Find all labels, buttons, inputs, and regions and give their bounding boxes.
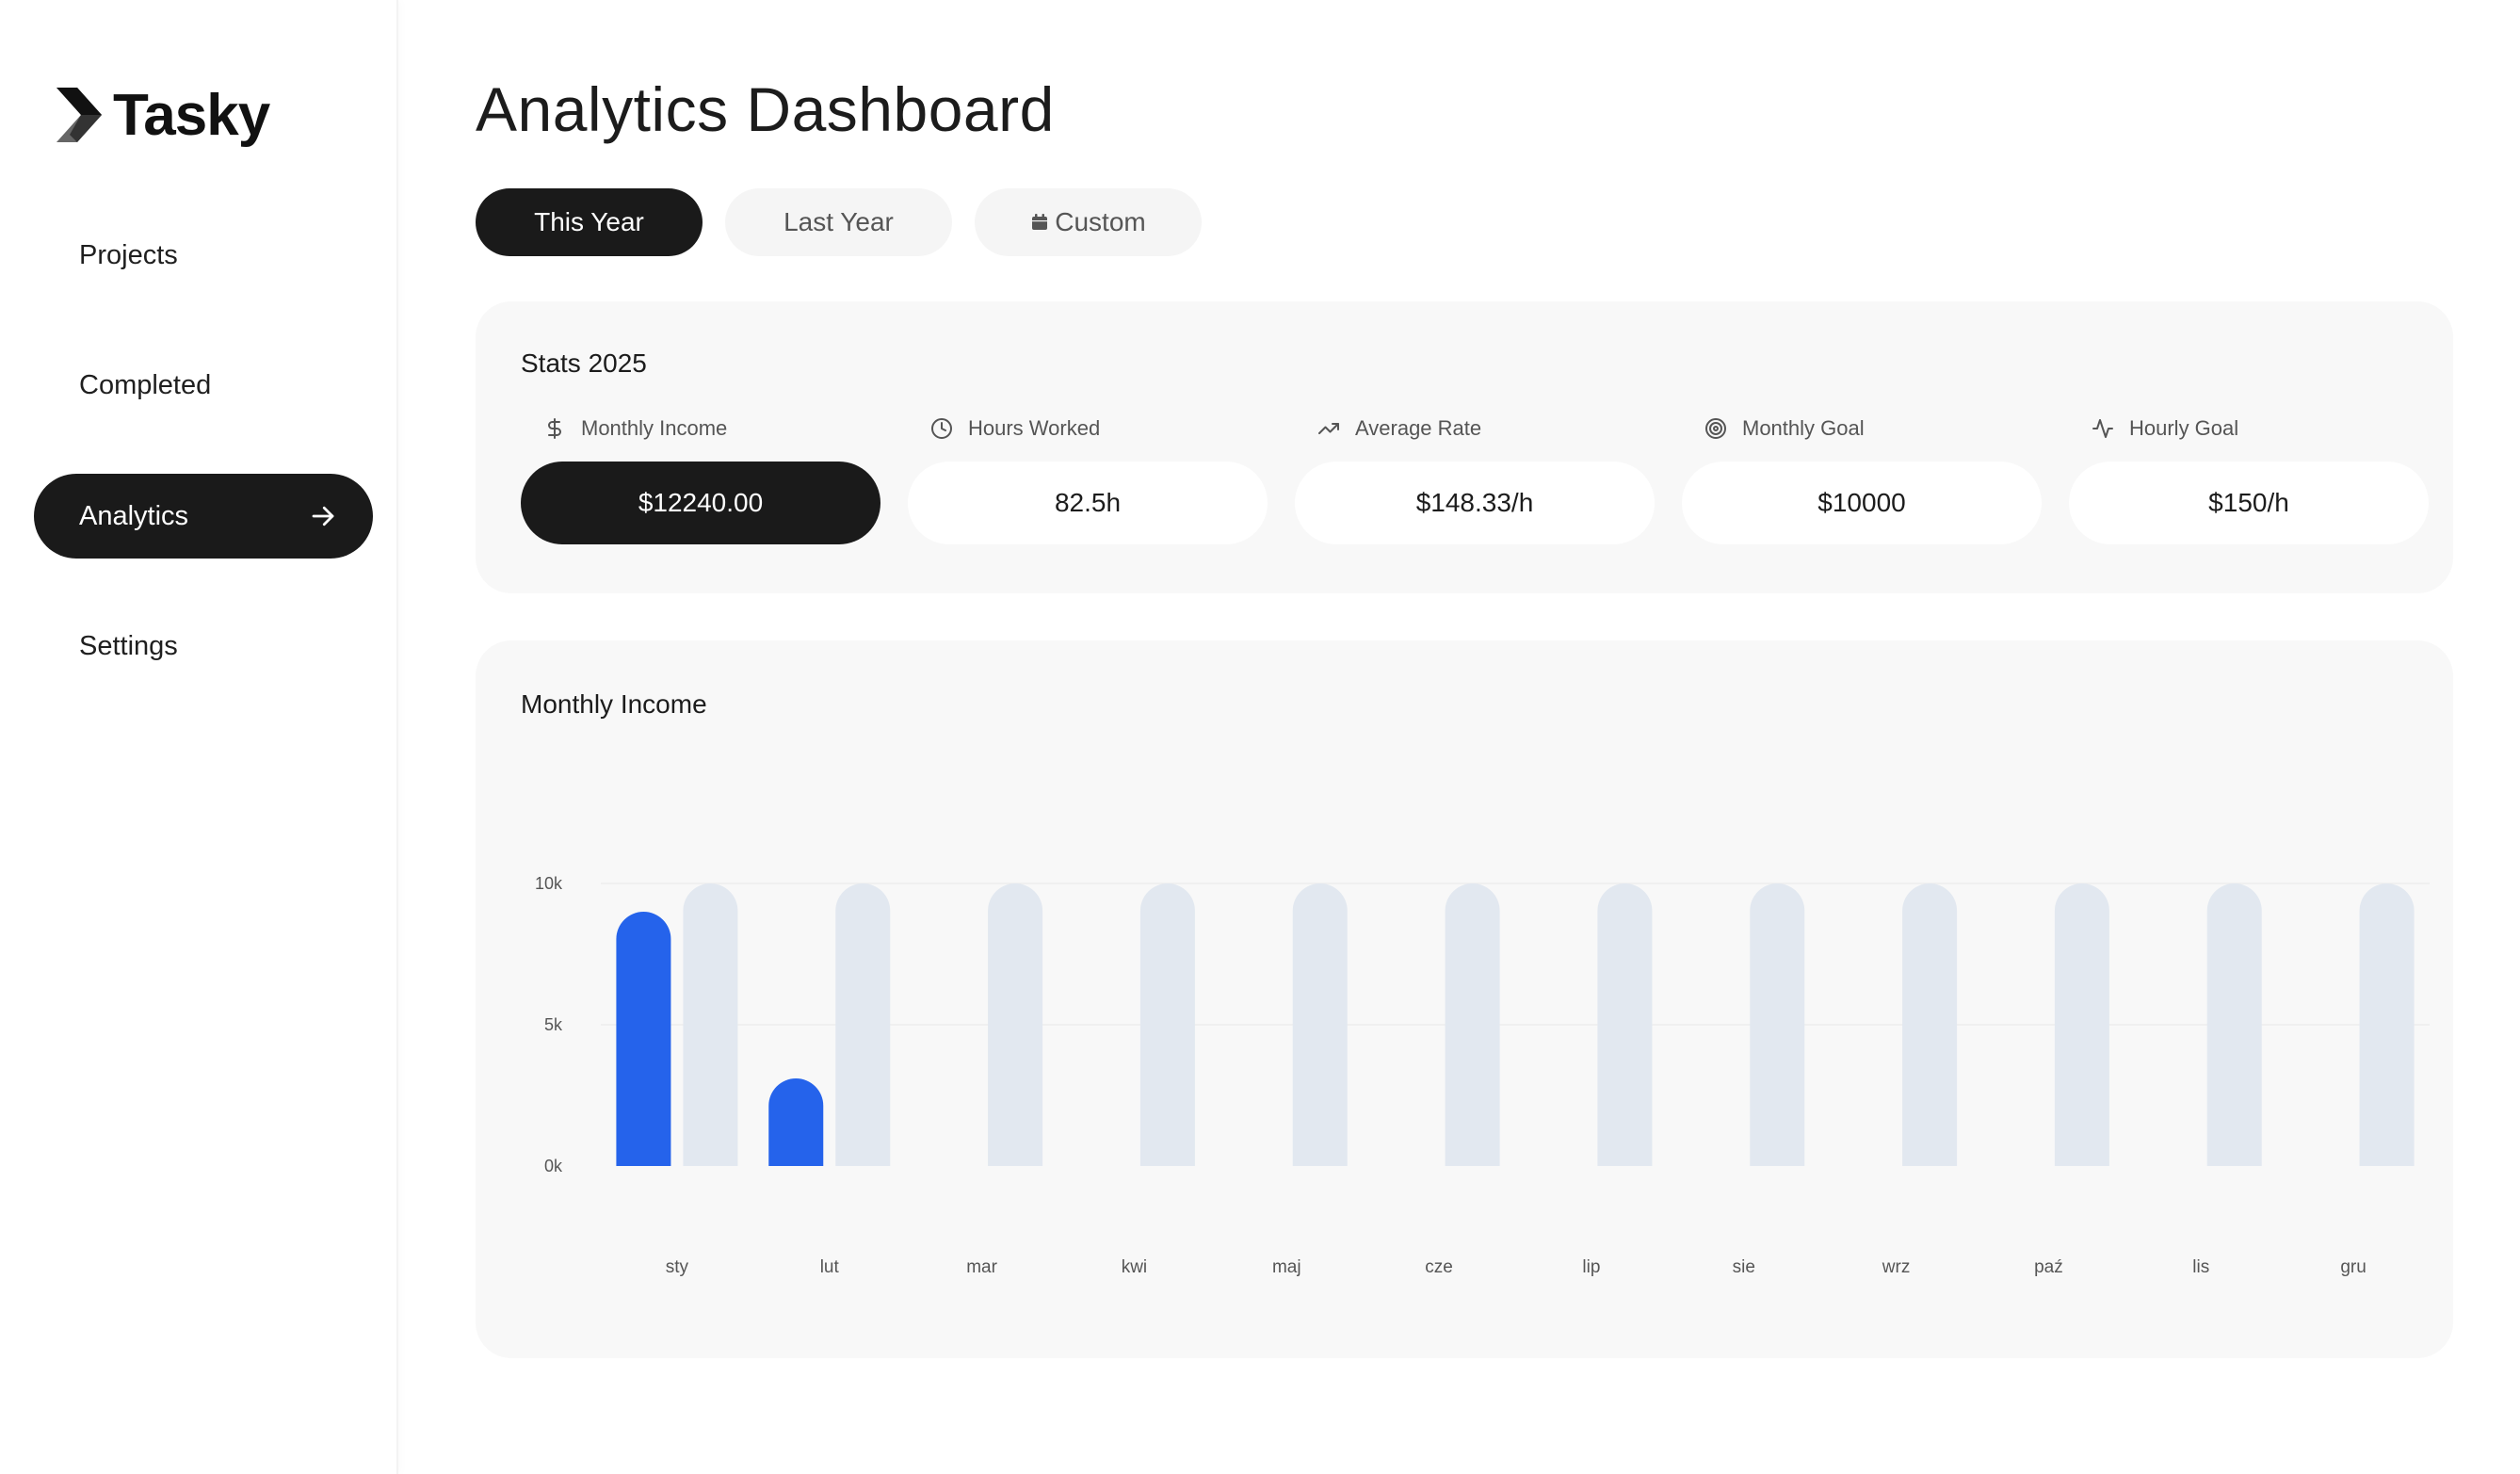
stat-monthly-income: Monthly Income $12240.00: [521, 414, 880, 544]
sidebar-item-analytics[interactable]: Analytics: [34, 474, 373, 559]
stat-value: $12240.00: [521, 462, 880, 544]
y-tick-label: 5k: [544, 1015, 563, 1034]
stats-card: Stats 2025 Monthly Income $12240.00 Hour…: [476, 301, 2453, 593]
sidebar-item-label: Projects: [79, 239, 178, 270]
clock-icon: [931, 418, 952, 439]
income-bar: [768, 1078, 824, 1166]
y-tick-label: 0k: [544, 1157, 563, 1175]
stat-label: Monthly Goal: [1742, 416, 1865, 440]
goal-bar: [1597, 883, 1653, 1166]
logo[interactable]: Tasky: [55, 83, 270, 148]
x-tick-label: sie: [1733, 1257, 1755, 1277]
app-root: Tasky Projects Completed Analytics Setti…: [0, 0, 2520, 1474]
this-year-button[interactable]: This Year: [476, 188, 703, 256]
stat-label: Monthly Income: [581, 416, 728, 440]
goal-bar: [1902, 883, 1958, 1166]
x-tick-label: maj: [1272, 1257, 1301, 1277]
goal-bar: [1139, 883, 1195, 1166]
goal-bar: [988, 883, 1043, 1166]
logo-chevron-icon: [57, 88, 102, 142]
stat-label-row: Monthly Income: [521, 414, 880, 443]
monthly-income-chart: 0k 5k 10k sty lut mar kwi maj cze lip sie wrz paź lis…: [535, 874, 2430, 1277]
x-tick-label: cze: [1425, 1257, 1453, 1277]
sidebar-item-completed[interactable]: Completed: [34, 343, 373, 428]
date-filter-group: This Year Last Year Custom: [476, 188, 1224, 256]
arrow-right-icon: [312, 506, 334, 526]
goal-bar: [1292, 883, 1348, 1166]
goal-bar: [2206, 883, 2262, 1166]
x-tick-label: paź: [2034, 1257, 2063, 1277]
goal-bar: [2359, 883, 2415, 1166]
sidebar-item-projects[interactable]: Projects: [34, 213, 373, 298]
dollar-icon: [548, 418, 561, 439]
x-tick-label: lip: [1582, 1257, 1600, 1277]
x-tick-label: sty: [666, 1257, 689, 1277]
goal-bar: [1750, 883, 1805, 1166]
monthly-income-card: Monthly Income 0k 5k 10k sty lut mar kwi maj cze…: [476, 640, 2453, 1358]
last-year-button[interactable]: Last Year: [725, 188, 952, 256]
x-tick-label: mar: [966, 1257, 997, 1277]
calendar-icon: [1032, 214, 1048, 230]
stat-value: $150/h: [2069, 462, 2429, 544]
custom-range-button[interactable]: Custom: [975, 188, 1202, 256]
activity-icon: [2092, 419, 2113, 438]
sidebar-item-label: Completed: [79, 369, 212, 400]
stat-label: Hours Worked: [968, 416, 1101, 440]
x-tick-label: wrz: [1882, 1257, 1911, 1277]
x-tick-label: gru: [2340, 1257, 2366, 1277]
stat-average-rate: Average Rate $148.33/h: [1295, 414, 1655, 544]
goal-bar: [683, 883, 738, 1166]
goal-bar: [1445, 883, 1500, 1166]
goal-bar: [835, 883, 891, 1166]
trending-up-icon: [1318, 423, 1339, 434]
sidebar-item-settings[interactable]: Settings: [34, 604, 373, 688]
sidebar-item-label: Settings: [79, 630, 178, 661]
stat-label-row: Hours Worked: [908, 414, 1268, 443]
stat-value: $148.33/h: [1295, 462, 1655, 544]
x-tick-label: lis: [2192, 1257, 2209, 1277]
stat-monthly-goal: Monthly Goal $10000: [1682, 414, 2042, 544]
income-bar: [616, 912, 671, 1166]
goal-bar: [2054, 883, 2109, 1166]
stat-label: Hourly Goal: [2129, 416, 2239, 440]
sidebar-item-label: Analytics: [79, 500, 189, 531]
stat-value: $10000: [1682, 462, 2042, 544]
stats-title: Stats 2025: [521, 348, 647, 378]
this-year-label: This Year: [534, 207, 644, 236]
last-year-label: Last Year: [783, 207, 894, 236]
stat-label: Average Rate: [1355, 416, 1482, 440]
target-icon: [1705, 418, 1726, 439]
stat-hourly-goal: Hourly Goal $150/h: [2069, 414, 2429, 544]
y-tick-label: 10k: [535, 874, 563, 893]
stat-label-row: Hourly Goal: [2069, 414, 2429, 443]
stat-value: 82.5h: [908, 462, 1268, 544]
sidebar: Tasky Projects Completed Analytics Setti…: [0, 0, 398, 1474]
x-tick-label: lut: [820, 1257, 840, 1277]
stat-label-row: Monthly Goal: [1682, 414, 2042, 443]
x-tick-label: kwi: [1122, 1257, 1147, 1277]
stat-hours-worked: Hours Worked 82.5h: [908, 414, 1268, 544]
stat-label-row: Average Rate: [1295, 414, 1655, 443]
page-title: Analytics Dashboard: [476, 74, 1055, 144]
logo-text: Tasky: [113, 82, 270, 148]
custom-label: Custom: [1055, 207, 1146, 236]
